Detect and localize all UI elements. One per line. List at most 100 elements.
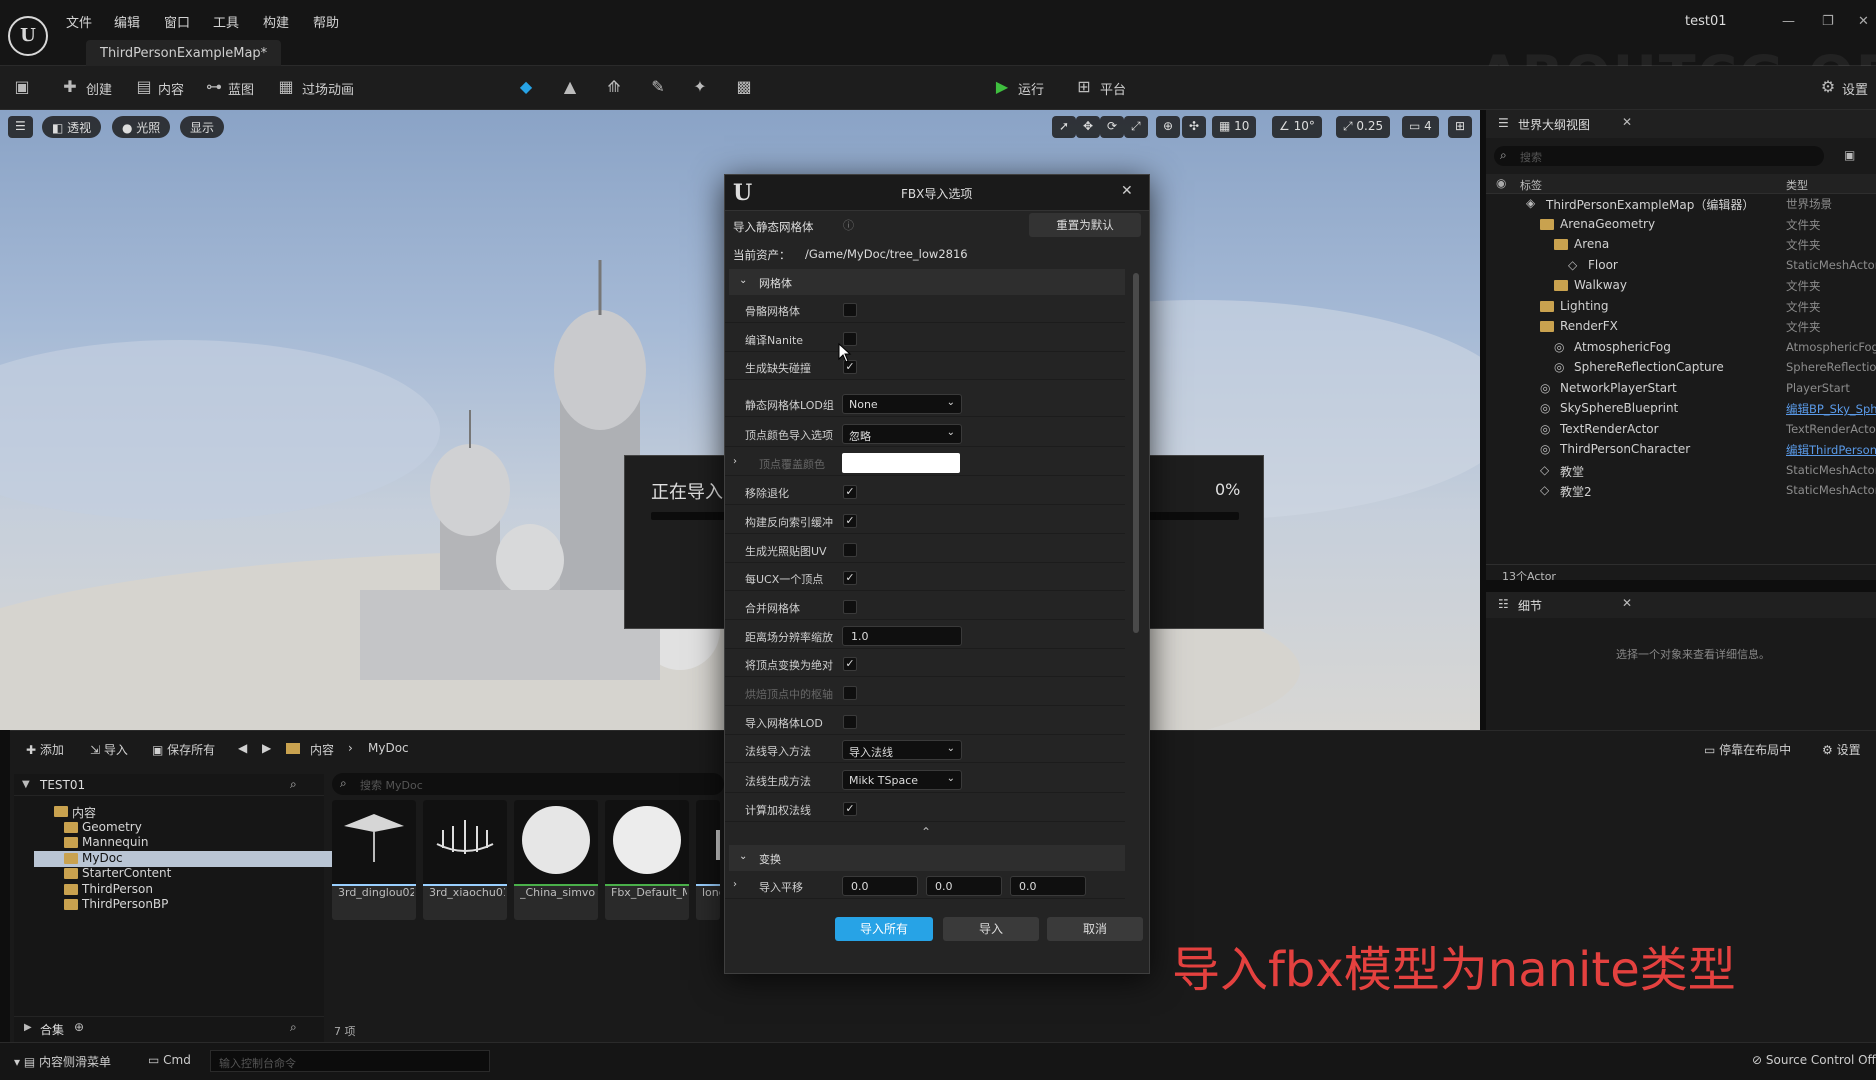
option-dropdown[interactable]: 忽略 ⌄: [842, 423, 962, 444]
option-checkbox[interactable]: [843, 686, 857, 700]
cancel-button[interactable]: 取消: [1047, 917, 1143, 941]
asset-tile[interactable]: Fbx_Default_Material: [605, 800, 689, 920]
save-all-button[interactable]: ▣ 保存所有: [152, 741, 215, 758]
fracture-icon[interactable]: ✦: [690, 77, 710, 97]
mesh-paint-icon[interactable]: ✎: [648, 77, 668, 97]
breadcrumb-content[interactable]: 内容: [310, 741, 334, 758]
search-icon[interactable]: ⌕: [290, 777, 297, 792]
outliner-row[interactable]: ◎ ThirdPersonCharacter 编辑ThirdPersonCharac…: [1486, 440, 1876, 460]
platform-button[interactable]: 平台: [1100, 79, 1126, 98]
option-checkbox[interactable]: [843, 714, 857, 729]
asset-tile[interactable]: longg: [696, 800, 720, 920]
dialog-close-icon[interactable]: ✕: [1121, 183, 1133, 199]
console-input[interactable]: 输入控制台命令: [210, 1050, 490, 1072]
menu-file[interactable]: 文件: [66, 12, 92, 31]
tree-item[interactable]: StarterContent: [34, 866, 334, 882]
rotate-tool-icon[interactable]: ⟳: [1100, 116, 1125, 138]
grid-snap-button[interactable]: ▦ 10: [1212, 116, 1257, 138]
modeling-icon[interactable]: ▩: [734, 77, 754, 97]
outliner-row[interactable]: ◇ Floor StaticMeshActor: [1486, 256, 1876, 276]
outliner-close-icon[interactable]: ✕: [1622, 115, 1632, 129]
cmd-button[interactable]: ▭ Cmd: [148, 1053, 191, 1067]
outliner-row[interactable]: Lighting 文件夹: [1486, 297, 1876, 317]
tree-item[interactable]: MyDoc: [34, 850, 334, 867]
option-checkbox[interactable]: ✓: [843, 513, 857, 528]
outliner-row-type[interactable]: 编辑BP_Sky_Sphere: [1786, 401, 1876, 417]
translation-input[interactable]: 0.0: [842, 876, 918, 897]
translation-input[interactable]: 0.0: [926, 876, 1002, 897]
show-button[interactable]: 显示: [180, 116, 225, 138]
collections-bar[interactable]: ▶ 合集 ⊕ ⌕: [14, 1016, 324, 1040]
cinematics-button[interactable]: 过场动画: [302, 79, 354, 98]
tree-root[interactable]: ▼ TEST01 ⌕: [14, 774, 324, 796]
add-folder-icon[interactable]: ▣: [1844, 148, 1855, 162]
outliner-row[interactable]: ◎ NetworkPlayerStart PlayerStart: [1486, 379, 1876, 399]
option-checkbox[interactable]: [843, 599, 857, 614]
dialog-scrollbar[interactable]: [1133, 273, 1139, 633]
create-button[interactable]: 创建: [86, 79, 112, 98]
menu-help[interactable]: 帮助: [313, 12, 339, 31]
content-button[interactable]: 内容: [158, 79, 184, 98]
translation-input[interactable]: 0.0: [1010, 876, 1086, 897]
section-mesh[interactable]: ⌄ 网格体: [729, 269, 1125, 295]
option-checkbox[interactable]: ✓: [843, 802, 857, 817]
import-button[interactable]: ⇲ 导入: [90, 741, 128, 758]
perspective-button[interactable]: ◧ 透视: [42, 116, 102, 138]
menu-tools[interactable]: 工具: [213, 12, 239, 31]
collapse-advanced-icon[interactable]: ⌃: [921, 825, 931, 839]
tree-item[interactable]: ThirdPerson: [34, 882, 334, 898]
option-dropdown[interactable]: 导入法线 ⌄: [842, 740, 962, 761]
option-checkbox[interactable]: ✓: [843, 485, 857, 500]
outliner-row[interactable]: RenderFX 文件夹: [1486, 317, 1876, 337]
unreal-logo-icon[interactable]: U: [8, 16, 48, 56]
color-swatch[interactable]: [842, 453, 960, 474]
asset-tile[interactable]: _China_simvol_kitdefault: [514, 800, 598, 920]
scale-tool-icon[interactable]: ⤢: [1124, 116, 1148, 138]
import-all-button[interactable]: 导入所有: [835, 917, 933, 941]
menu-build[interactable]: 构建: [263, 12, 289, 31]
outliner-row[interactable]: ◎ SphereReflectionCapture SphereReflection…: [1486, 358, 1876, 378]
blueprint-button[interactable]: 蓝图: [228, 79, 254, 98]
option-dropdown[interactable]: Mikk TSpace ⌄: [842, 769, 962, 790]
outliner-row[interactable]: ◇ 教堂 StaticMeshActor: [1486, 461, 1876, 481]
lit-button[interactable]: ● 光照: [112, 116, 171, 138]
tab-map[interactable]: ThirdPersonExampleMap*: [86, 40, 282, 66]
option-checkbox[interactable]: [843, 303, 857, 317]
landscape-mode-icon[interactable]: ▲: [560, 77, 580, 97]
visibility-icon[interactable]: ◉: [1496, 176, 1506, 190]
option-dropdown[interactable]: None ⌄: [842, 394, 962, 415]
menu-edit[interactable]: 编辑: [114, 12, 140, 31]
back-icon[interactable]: ◀: [238, 741, 247, 755]
maximize-icon[interactable]: ❐: [1822, 14, 1834, 29]
outliner-row[interactable]: ◎ AtmosphericFog AtmosphericFog: [1486, 338, 1876, 358]
details-close-icon[interactable]: ✕: [1622, 596, 1632, 610]
move-tool-icon[interactable]: ✥: [1076, 116, 1101, 138]
outliner-row-type[interactable]: 编辑ThirdPersonCharacter: [1786, 442, 1876, 458]
add-button[interactable]: ✚ 添加: [26, 741, 64, 758]
asset-tile[interactable]: 3rd_xiaochu013: [423, 800, 507, 920]
outliner-row[interactable]: ◈ ThirdPersonExampleMap（编辑器） 世界场景: [1486, 194, 1876, 214]
option-checkbox[interactable]: [843, 542, 857, 557]
world-space-icon[interactable]: ⊕: [1156, 116, 1181, 138]
chevron-right-icon[interactable]: ›: [733, 456, 737, 467]
close-icon[interactable]: ✕: [1858, 14, 1869, 29]
save-icon[interactable]: ▣: [12, 77, 32, 97]
surface-snap-icon[interactable]: ✣: [1182, 116, 1207, 138]
outliner-row[interactable]: ◎ TextRenderActor TextRenderActor: [1486, 420, 1876, 440]
tree-item[interactable]: Mannequin: [34, 835, 334, 851]
settings-button[interactable]: 设置: [1842, 79, 1868, 98]
minimize-icon[interactable]: —: [1782, 14, 1795, 29]
option-checkbox[interactable]: ✓: [843, 657, 857, 672]
dock-in-layout-button[interactable]: ▭ 停靠在布局中: [1704, 741, 1791, 758]
source-control-button[interactable]: ⊘ Source Control Off: [1752, 1053, 1876, 1067]
search-icon[interactable]: ⌕: [290, 1020, 297, 1035]
tree-item[interactable]: ThirdPersonBP: [34, 897, 334, 913]
outliner-row[interactable]: ◇ 教堂2 StaticMeshActor: [1486, 481, 1876, 501]
content-drawer-button[interactable]: ▾ ▤ 内容侧滑菜单: [14, 1053, 111, 1070]
tree-item[interactable]: 内容: [34, 804, 334, 820]
chevron-right-icon[interactable]: ›: [733, 879, 737, 890]
help-icon[interactable]: ⓘ: [843, 217, 854, 233]
tree-item[interactable]: Geometry: [34, 820, 334, 836]
distance-field-input[interactable]: 1.0: [842, 625, 962, 646]
outliner-row[interactable]: ArenaGeometry 文件夹: [1486, 215, 1876, 235]
